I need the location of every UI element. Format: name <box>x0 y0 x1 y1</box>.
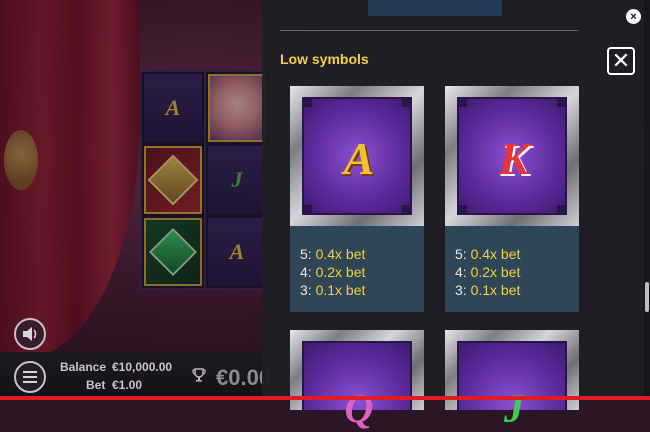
balance-label: Balance <box>60 360 107 374</box>
paytable-card-k: K 5: 0.4x bet 4: 0.2x bet 3: 0.1x bet <box>445 86 579 312</box>
section-title: Low symbols <box>280 51 369 67</box>
payout-row: 4: 0.2x bet <box>455 264 521 280</box>
trophy-icon <box>192 368 206 382</box>
symbol-tile: K <box>457 97 567 215</box>
balance-value: €10,000.00 <box>112 360 173 374</box>
symbol-tile: A <box>302 97 412 215</box>
payout-row: 5: 0.4x bet <box>300 246 366 262</box>
section-divider <box>280 30 578 31</box>
payout-row: 4: 0.2x bet <box>300 264 366 280</box>
symbol-a-icon: A <box>343 132 375 184</box>
top-close-button[interactable]: × <box>626 9 641 24</box>
payout-row: 5: 0.4x bet <box>455 246 521 262</box>
symbol-k-icon: K <box>498 132 530 184</box>
scrollbar[interactable] <box>644 0 650 396</box>
close-icon: ✕ <box>611 48 631 73</box>
payout-row: 3: 0.1x bet <box>300 282 366 298</box>
symbol-q-icon: Q <box>344 386 374 431</box>
scrollbar-thumb[interactable] <box>645 282 649 312</box>
payout-row: 3: 0.1x bet <box>455 282 521 298</box>
menu-icon[interactable] <box>14 361 46 393</box>
bet-label: Bet <box>86 378 106 392</box>
close-icon: × <box>630 10 637 23</box>
symbol-frame: K <box>445 86 579 226</box>
close-button[interactable]: ✕ <box>607 47 635 75</box>
paytable-card-a: A 5: 0.4x bet 4: 0.2x bet 3: 0.1x bet <box>290 86 424 312</box>
speaker-icon[interactable] <box>14 318 46 350</box>
symbol-j-icon: J <box>504 386 524 431</box>
bet-value[interactable]: €1.00 <box>112 378 142 392</box>
bottom-accent-bar <box>0 396 650 400</box>
symbol-frame: A <box>290 86 424 226</box>
paytable-panel: Low symbols ✕ × A 5: 0.4x bet 4: 0.2x be… <box>262 0 650 431</box>
panel-top-band <box>368 0 502 16</box>
